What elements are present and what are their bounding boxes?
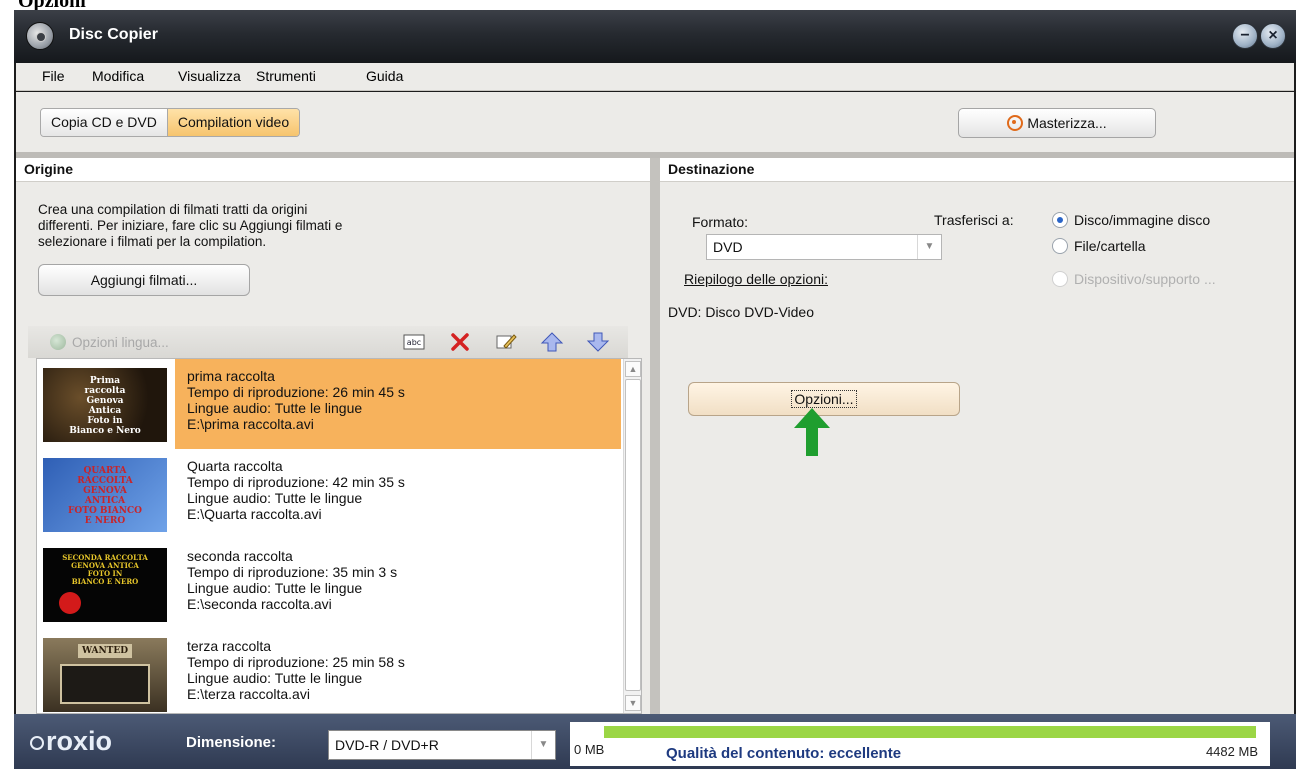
radio-device-media: Dispositivo/supporto ... xyxy=(1052,271,1216,287)
window-title: Disc Copier xyxy=(69,26,158,43)
origin-panel: Origine Crea una compilation di filmati … xyxy=(16,158,650,714)
movie-thumbnail: SECONDA RACCOLTA GENOVA ANTICA FOTO IN BIAN… xyxy=(43,548,167,622)
burn-button[interactable]: Masterizza... xyxy=(958,108,1156,138)
move-down-icon[interactable] xyxy=(586,330,610,354)
list-scrollbar[interactable]: ▲ ▼ xyxy=(623,359,641,713)
burn-disc-icon xyxy=(1007,115,1024,131)
format-label: Formato: xyxy=(692,214,749,230)
capacity-meter: 0 MB Qualità del contenuto: eccellente 4… xyxy=(570,722,1270,766)
toolbar: Copia CD e DVD Compilation video Masteri… xyxy=(16,92,1294,152)
move-up-icon[interactable] xyxy=(540,330,564,354)
scroll-down-icon[interactable]: ▼ xyxy=(625,695,641,711)
mode-tabs: Copia CD e DVD Compilation video xyxy=(40,108,301,137)
disc-size-select[interactable]: DVD-R / DVD+R ▼ xyxy=(328,730,556,760)
scroll-up-icon[interactable]: ▲ xyxy=(625,361,641,377)
edit-icon[interactable] xyxy=(494,330,518,354)
movie-list[interactable]: Prima raccolta Genova Antica Foto in Bianco e… xyxy=(36,358,642,714)
list-item[interactable]: QUARTA RACCOLTA GENOVA ANTICA FOTO BIANCO E N… xyxy=(37,449,621,539)
list-item[interactable]: Prima raccolta Genova Antica Foto in Bianco e… xyxy=(37,359,621,449)
options-summary-link[interactable]: Riepilogo delle opzioni: xyxy=(684,271,828,287)
close-button[interactable]: × xyxy=(1260,23,1286,49)
options-summary-value: DVD: Disco DVD-Video xyxy=(668,304,815,320)
menu-guida[interactable]: Guida xyxy=(366,68,403,84)
svg-text:abc: abc xyxy=(407,338,421,347)
minimize-button[interactable]: − xyxy=(1232,23,1258,49)
menu-bar: File Modifica Visualizza Strumenti Guida xyxy=(16,63,1294,91)
status-bar: roxio Dimensione: DVD-R / DVD+R ▼ 0 MB Q… xyxy=(14,714,1296,769)
radio-file-folder[interactable]: File/cartella xyxy=(1052,238,1146,254)
radio-button xyxy=(1052,271,1068,287)
movie-info: prima raccolta Tempo di riproduzione: 26… xyxy=(175,359,621,449)
movie-thumbnail: Prima raccolta Genova Antica Foto in Bianco e… xyxy=(43,368,167,442)
top-caption: Opzioni xyxy=(0,0,1305,10)
capacity-min-label: 0 MB xyxy=(574,742,605,757)
movie-info: terza raccolta Tempo di riproduzione: 25… xyxy=(187,638,405,702)
delete-icon[interactable] xyxy=(448,330,472,354)
add-movies-button[interactable]: Aggiungi filmati... xyxy=(38,264,250,296)
radio-button[interactable] xyxy=(1052,238,1068,254)
title-bar: Disc Copier − × xyxy=(14,10,1296,63)
disc-icon xyxy=(26,22,54,50)
panel-divider xyxy=(650,158,660,714)
origin-header: Origine xyxy=(16,158,650,182)
chevron-down-icon: ▼ xyxy=(531,731,555,759)
format-select[interactable]: DVD ▼ xyxy=(706,234,942,260)
destination-panel: Destinazione Formato: DVD ▼ Riepilogo de… xyxy=(660,158,1294,714)
capacity-fill xyxy=(604,726,1256,738)
roxio-logo: roxio xyxy=(30,726,112,757)
menu-visualizza[interactable]: Visualizza xyxy=(178,68,241,84)
movie-thumbnail: WANTED xyxy=(43,638,167,712)
list-toolbar: Opzioni lingua... abc xyxy=(28,326,628,358)
destination-header: Destinazione xyxy=(660,158,1294,182)
radio-button[interactable] xyxy=(1052,212,1068,228)
menu-modifica[interactable]: Modifica xyxy=(92,68,144,84)
tab-compilation-video[interactable]: Compilation video xyxy=(166,109,300,136)
chevron-down-icon: ▼ xyxy=(917,235,941,259)
origin-description: Crea una compilation di filmati tratti d… xyxy=(38,202,343,249)
list-item[interactable]: WANTED terza raccolta Tempo di riproduzi… xyxy=(37,629,621,713)
movie-thumbnail: QUARTA RACCOLTA GENOVA ANTICA FOTO BIANCO E N… xyxy=(43,458,167,532)
capacity-bar xyxy=(604,726,1256,738)
list-item[interactable]: SECONDA RACCOLTA GENOVA ANTICA FOTO IN BIAN… xyxy=(37,539,621,629)
transfer-label: Trasferisci a: xyxy=(934,212,1014,228)
menu-strumenti[interactable]: Strumenti xyxy=(256,68,316,84)
rename-icon[interactable]: abc xyxy=(402,330,426,354)
scroll-thumb[interactable] xyxy=(625,379,641,691)
burn-button-label: Masterizza... xyxy=(1027,115,1107,131)
tab-copia-cd-dvd[interactable]: Copia CD e DVD xyxy=(41,109,167,136)
movie-info: Quarta raccolta Tempo di riproduzione: 4… xyxy=(187,458,405,522)
globe-icon xyxy=(50,334,66,350)
movie-info: seconda raccolta Tempo di riproduzione: … xyxy=(187,548,398,612)
red-dot-icon xyxy=(59,592,81,614)
green-arrow-icon xyxy=(794,408,830,456)
size-label: Dimensione: xyxy=(186,734,277,751)
content-quality: Qualità del contenuto: eccellente xyxy=(666,745,902,762)
language-options-button[interactable]: Opzioni lingua... xyxy=(50,334,169,350)
radio-disc-image[interactable]: Disco/immagine disco xyxy=(1052,212,1210,228)
capacity-max-label: 4482 MB xyxy=(1205,744,1258,759)
disc-copier-window: Disc Copier − × File Modifica Visualizza… xyxy=(14,10,1296,769)
menu-file[interactable]: File xyxy=(42,68,65,84)
